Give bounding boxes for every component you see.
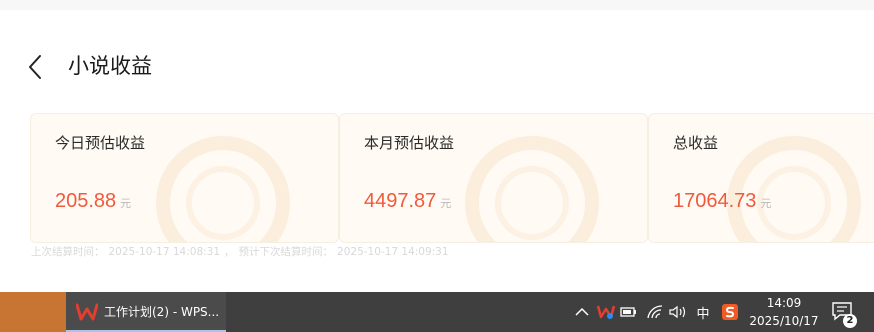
chevron-up-icon[interactable]	[574, 302, 590, 322]
last-settlement-label: 上次结算时间：	[31, 246, 105, 258]
last-settlement-time: 2025-10-17 14:08:31	[108, 246, 221, 258]
settlement-separator: ，	[224, 246, 235, 258]
app-window: 小说收益 今日预估收益 205.88 元 本月预估收益 4497.87 元 总收益 …	[0, 0, 874, 292]
card-label: 今日预估收益	[55, 134, 146, 152]
card-value: 17064.73 元	[673, 188, 771, 214]
card-amount: 205.88	[55, 190, 117, 212]
coin-watermark-icon	[465, 136, 599, 242]
coin-watermark-icon	[727, 136, 861, 242]
windows-taskbar: 工作计划(2) - WPS... 中 14:09 2025/10/17 2	[0, 292, 874, 332]
card-unit: 元	[440, 197, 452, 210]
total-earnings-card: 总收益 17064.73 元	[648, 113, 874, 243]
clock-date: 2025/10/17	[749, 314, 819, 328]
wps-icon	[76, 303, 98, 321]
speaker-icon[interactable]	[668, 302, 688, 322]
top-strip	[0, 0, 874, 10]
card-label: 总收益	[673, 134, 719, 152]
wps-tray-icon[interactable]	[597, 302, 615, 322]
settlement-info: 上次结算时间： 2025-10-17 14:08:31，预计下次结算时间： 2025…	[31, 245, 453, 259]
card-label: 本月预估收益	[364, 134, 455, 152]
card-amount: 4497.87	[364, 190, 437, 212]
clock-time: 14:09	[766, 296, 802, 310]
sogou-ime-icon[interactable]	[720, 302, 740, 322]
notification-count-badge: 2	[843, 314, 857, 328]
ime-indicator[interactable]: 中	[694, 302, 712, 322]
ime-label: 中	[696, 306, 710, 322]
today-earnings-card: 今日预估收益 205.88 元	[30, 113, 339, 243]
system-clock[interactable]: 14:09 2025/10/17	[748, 294, 820, 330]
wifi-icon[interactable]	[646, 302, 664, 322]
card-unit: 元	[760, 197, 772, 210]
taskbar-window-label: 工作计划(2) - WPS...	[104, 305, 220, 319]
card-value: 4497.87 元	[364, 188, 451, 214]
battery-plug-icon[interactable]	[620, 302, 638, 322]
next-settlement-label: 预计下次结算时间：	[238, 246, 334, 258]
coin-watermark-icon	[156, 136, 290, 242]
card-value: 205.88 元	[55, 188, 131, 214]
start-area[interactable]	[0, 292, 66, 332]
month-earnings-card: 本月预估收益 4497.87 元	[339, 113, 648, 243]
taskbar-window-wps[interactable]: 工作计划(2) - WPS...	[66, 292, 226, 332]
chevron-left-icon[interactable]	[26, 54, 46, 80]
card-unit: 元	[120, 197, 132, 210]
card-amount: 17064.73	[673, 190, 757, 212]
page-title: 小说收益	[68, 54, 152, 78]
page-header: 小说收益	[0, 46, 874, 86]
next-settlement-time: 2025-10-17 14:09:31	[337, 246, 449, 258]
